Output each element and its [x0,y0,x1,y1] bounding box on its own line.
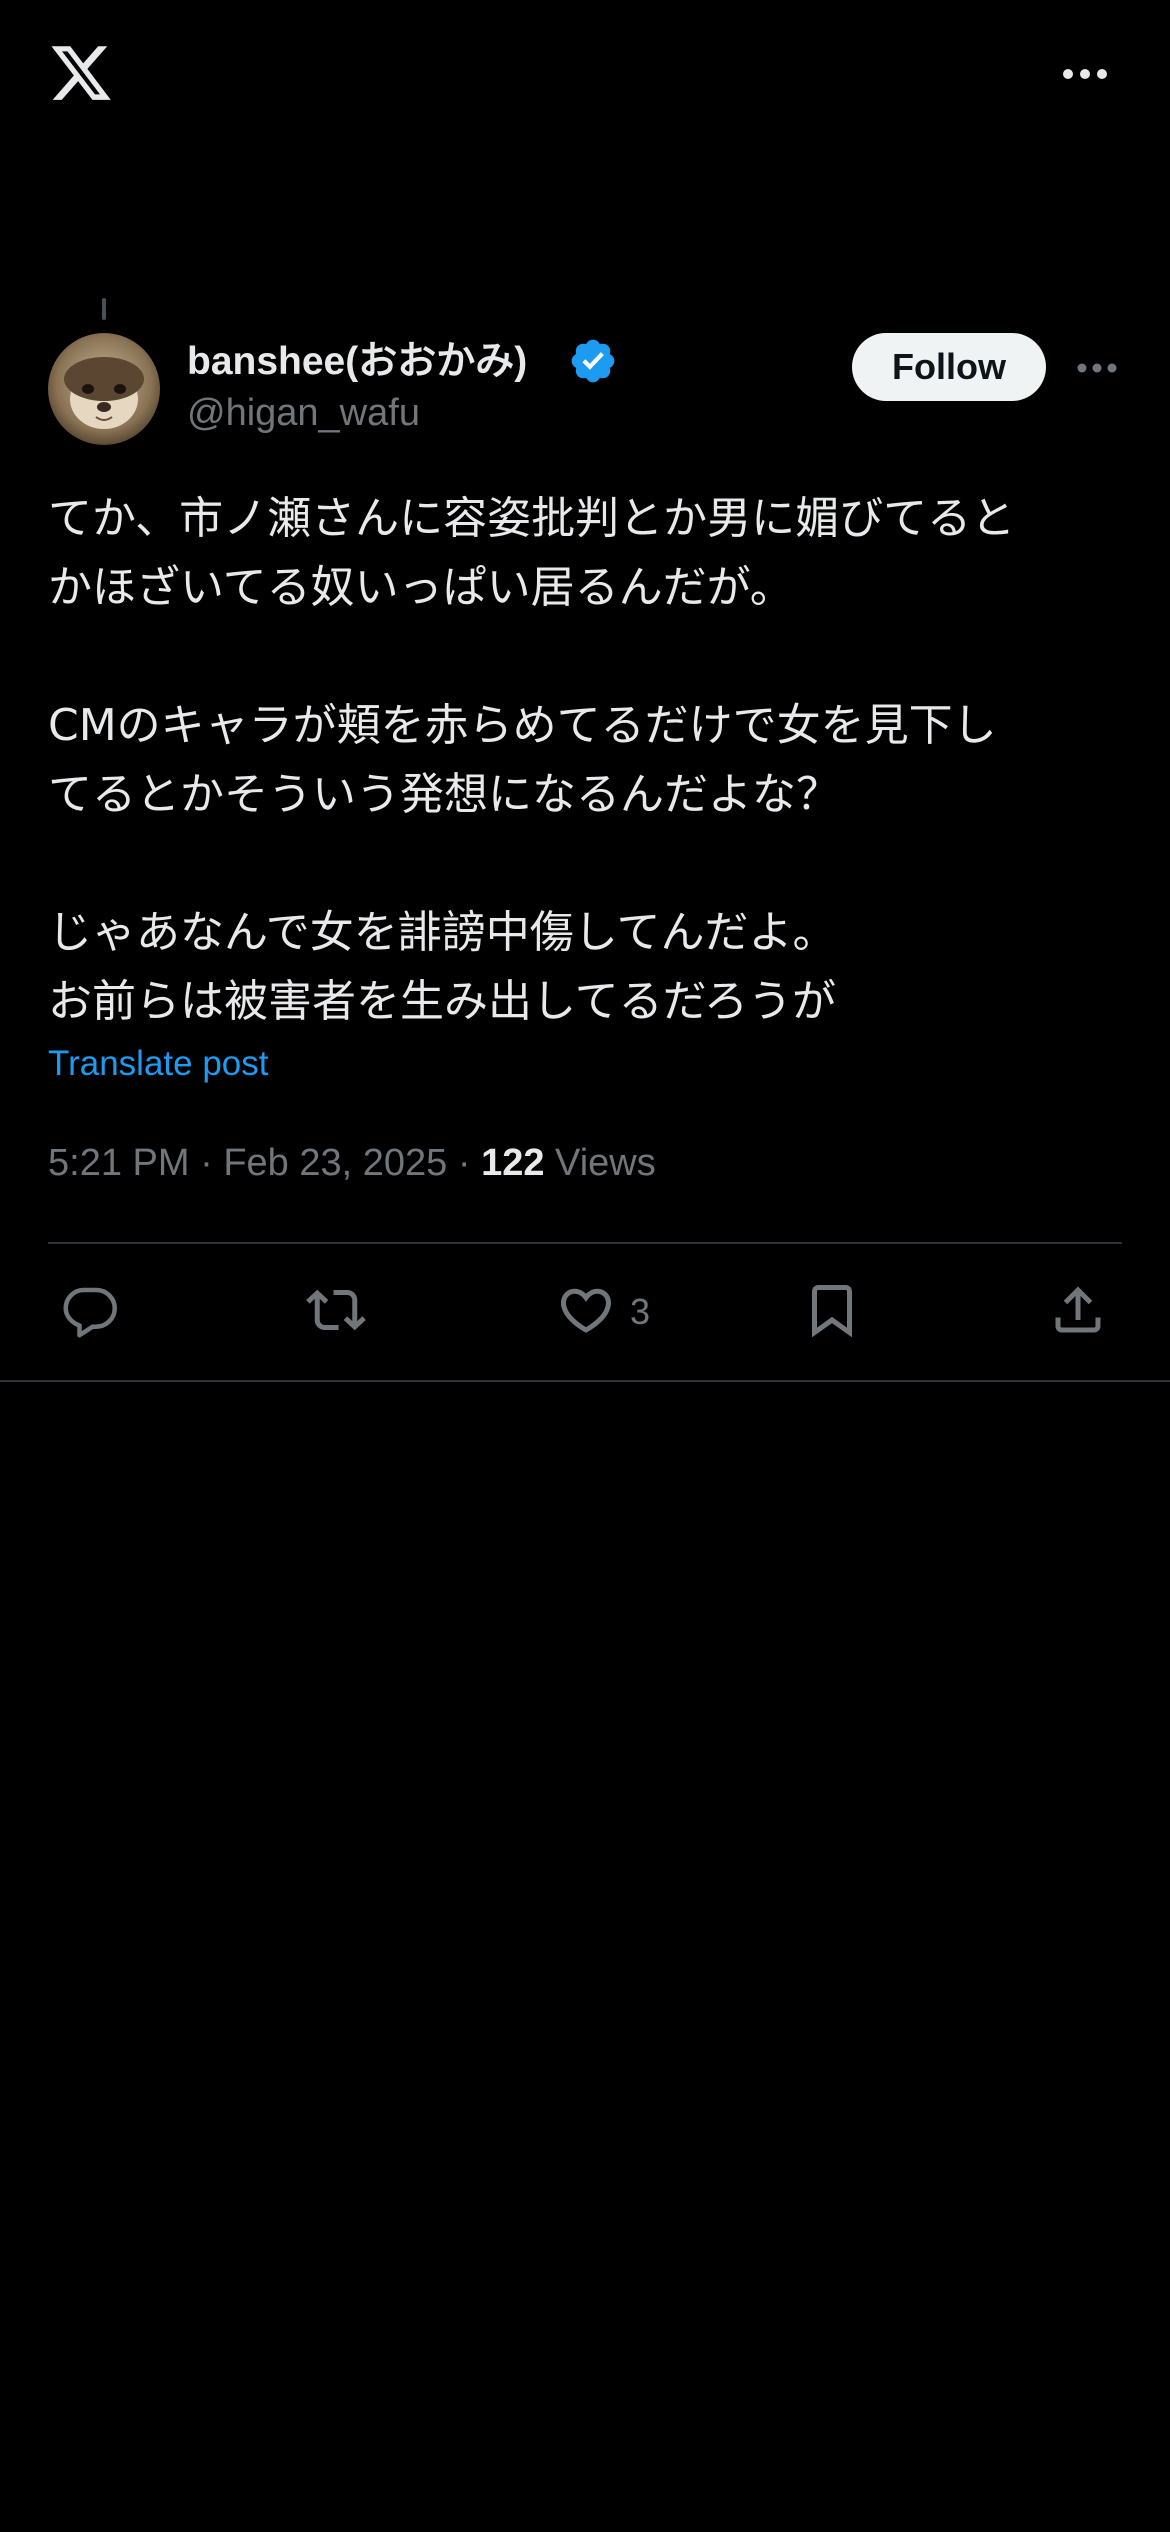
share-button[interactable] [1048,1270,1108,1354]
post-time[interactable]: 5:21 PM [48,1142,190,1184]
author-handle[interactable]: @higan_wafu [187,392,420,435]
post-text: てか、市ノ瀬さんに容姿批判とか男に媚びてると かほざいてる奴いっぱい居るんだが。… [48,493,1016,1027]
like-count: 3 [630,1291,651,1332]
divider [0,1380,1170,1382]
divider [48,1242,1122,1244]
translate-post-link[interactable]: Translate post [48,1044,268,1084]
reply-button[interactable] [60,1270,120,1354]
views-count: 122 [481,1142,545,1184]
follow-button[interactable]: Follow [852,333,1046,401]
thread-line [102,298,106,320]
avatar[interactable] [48,333,160,445]
views-label: Views [555,1142,656,1184]
share-icon [1048,1280,1108,1345]
verified-badge-icon [568,336,618,386]
like-icon [556,1280,616,1345]
reply-icon [60,1280,120,1345]
like-button[interactable]: 3 [556,1270,650,1354]
post-date[interactable]: Feb 23, 2025 [223,1142,447,1184]
meta-separator: · [200,1142,213,1184]
top-bar [0,0,1170,150]
repost-button[interactable] [306,1270,366,1354]
author-display-name[interactable]: banshee(おおかみ) [187,332,527,384]
more-horizontal-icon[interactable] [1060,54,1110,94]
meta-separator: · [457,1142,471,1184]
repost-icon [306,1280,366,1345]
action-bar: 3 [0,1270,1170,1354]
post-metadata: 5:21 PM · Feb 23, 2025 · 122 Views [48,1142,656,1185]
bookmark-icon [802,1280,862,1345]
post-more-icon[interactable] [1076,352,1118,384]
bookmark-button[interactable] [802,1270,862,1354]
x-logo-icon[interactable] [48,40,114,106]
